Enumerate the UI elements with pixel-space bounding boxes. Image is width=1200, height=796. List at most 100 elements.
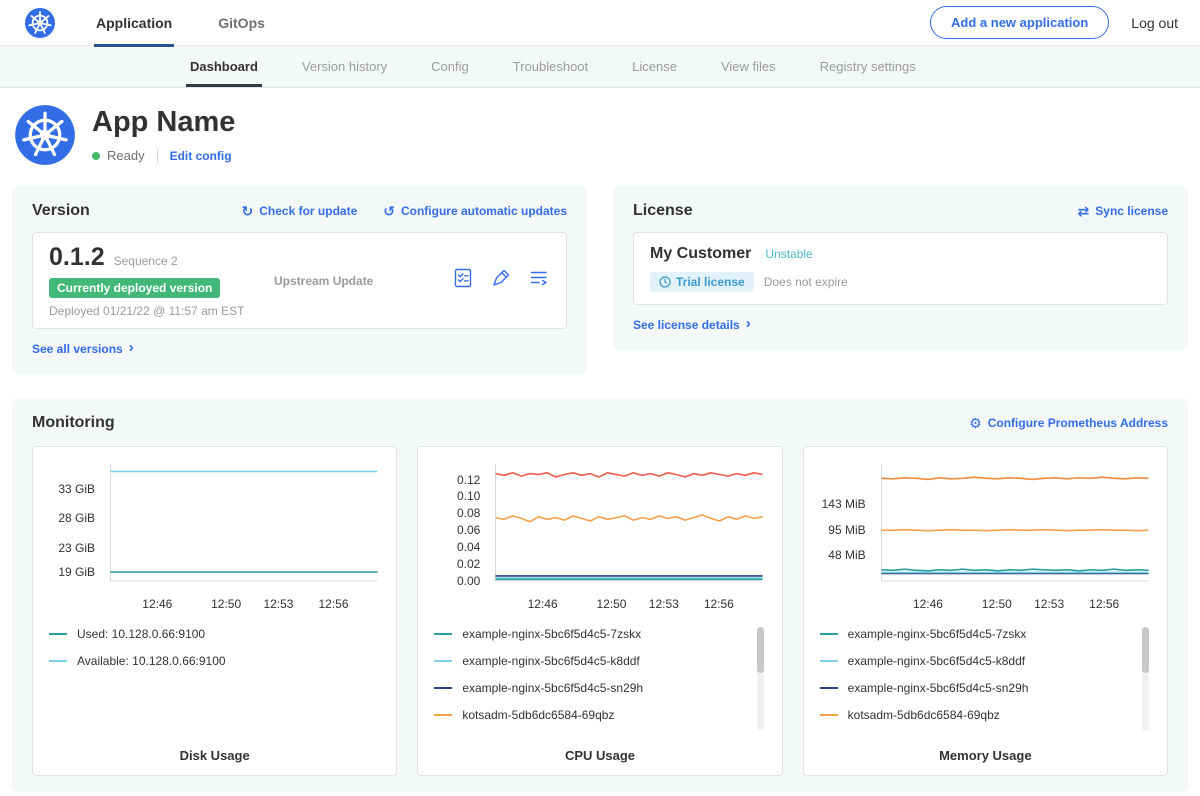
legend-scrollbar-thumb[interactable] (757, 627, 764, 673)
series-color-dash (820, 660, 838, 662)
version-card-title: Version (32, 202, 90, 220)
legend-item: Available: 10.128.0.66:9100 (49, 654, 364, 668)
legend-item: kotsadm-5db6dc6584-69qbz (820, 708, 1135, 722)
subnav-tab-view-files[interactable]: View files (699, 46, 798, 87)
divider (157, 149, 158, 163)
sync-license-link[interactable]: ⇄ Sync license (1078, 204, 1168, 218)
monitoring-title: Monitoring (32, 414, 115, 432)
disk-legend: Used: 10.128.0.66:9100 Available: 10.128… (49, 627, 380, 681)
disk-x-axis: 12:46 12:50 12:53 12:56 (105, 595, 380, 613)
memory-x-axis: 12:46 12:50 12:53 12:56 (876, 595, 1151, 613)
license-card: License ⇄ Sync license My Customer Unsta… (613, 186, 1188, 350)
license-channel: Unstable (765, 247, 812, 261)
legend-scrollbar[interactable] (757, 627, 764, 731)
legend-item: kotsadm-5db6dc6584-69qbz (434, 708, 749, 722)
disk-y-axis: 33 GiB 28 GiB 23 GiB 19 GiB (49, 460, 105, 613)
config-diff-icon[interactable] (490, 267, 512, 294)
license-card-title: License (633, 202, 693, 220)
series-color-dash (820, 687, 838, 689)
app-logo-icon (14, 104, 76, 166)
series-color-dash (49, 660, 67, 662)
release-notes-icon[interactable] (528, 267, 550, 294)
configure-automatic-updates-link[interactable]: ↺ Configure automatic updates (383, 204, 567, 218)
legend-item: example-nginx-5bc6f5d4c5-sn29h (820, 681, 1135, 695)
legend-scrollbar-thumb[interactable] (1142, 627, 1149, 673)
logout-button[interactable]: Log out (1131, 15, 1178, 31)
subnav-tab-registry-settings[interactable]: Registry settings (798, 46, 938, 87)
subnav-tab-troubleshoot[interactable]: Troubleshoot (491, 46, 610, 87)
nav-tab-gitops[interactable]: GitOps (216, 0, 267, 46)
series-color-dash (434, 660, 452, 662)
legend-item: example-nginx-5bc6f5d4c5-7zskx (820, 627, 1135, 641)
see-license-details-link[interactable]: See license details › (633, 317, 751, 332)
chevron-right-icon: › (129, 340, 134, 355)
charts-row: 33 GiB 28 GiB 23 GiB 19 GiB 12:46 12:50 … (32, 446, 1168, 776)
subnav-tab-version-history[interactable]: Version history (280, 46, 409, 87)
see-all-versions-link[interactable]: See all versions › (32, 341, 134, 356)
version-card: Version ↻ Check for update ↺ Configure a… (12, 186, 587, 374)
series-color-dash (434, 714, 452, 716)
legend-item: example-nginx-5bc6f5d4c5-7zskx (434, 627, 749, 641)
series-color-dash (434, 633, 452, 635)
add-application-button[interactable]: Add a new application (930, 6, 1109, 39)
legend-scrollbar[interactable] (1142, 627, 1149, 731)
memory-chart-title: Memory Usage (820, 748, 1151, 765)
legend-item: example-nginx-5bc6f5d4c5-sn29h (434, 681, 749, 695)
clock-icon (659, 276, 671, 288)
disk-usage-chart: 33 GiB 28 GiB 23 GiB 19 GiB 12:46 12:50 … (32, 446, 397, 776)
trial-license-badge: Trial license (650, 272, 754, 292)
memory-usage-chart: 143 MiB 95 MiB 48 MiB 12:46 12:50 12:53 … (803, 446, 1168, 776)
license-expiry-text: Does not expire (764, 275, 848, 289)
subnav-tab-license[interactable]: License (610, 46, 699, 87)
auto-update-icon: ↺ (383, 204, 395, 218)
subnav-tab-config[interactable]: Config (409, 46, 491, 87)
cpu-x-axis: 12:46 12:50 12:53 12:56 (490, 595, 765, 613)
disk-chart-title: Disk Usage (49, 748, 380, 765)
ready-status-dot (92, 152, 100, 160)
deployed-timestamp: Deployed 01/21/22 @ 11:57 am EST (49, 304, 274, 318)
monitoring-card: Monitoring ⚙ Configure Prometheus Addres… (12, 398, 1188, 792)
cpu-legend: example-nginx-5bc6f5d4c5-7zskx example-n… (434, 627, 765, 735)
series-color-dash (49, 633, 67, 635)
nav-tab-application[interactable]: Application (94, 0, 174, 46)
legend-item: Used: 10.128.0.66:9100 (49, 627, 364, 641)
cpu-plot-area (490, 460, 765, 592)
memory-y-axis: 143 MiB 95 MiB 48 MiB (820, 460, 876, 613)
disk-plot-area (105, 460, 380, 592)
version-number: 0.1.2 (49, 243, 105, 272)
deployed-status-badge: Currently deployed version (49, 278, 220, 298)
chevron-right-icon: › (746, 316, 751, 331)
app-header: App Name Ready Edit config (0, 88, 1200, 180)
app-subnav: Dashboard Version history Config Trouble… (0, 46, 1200, 88)
cpu-chart-title: CPU Usage (434, 748, 765, 765)
sync-arrows-icon: ⇄ (1078, 204, 1090, 218)
summary-cards-row: Version ↻ Check for update ↺ Configure a… (12, 186, 1188, 374)
memory-plot-area (876, 460, 1151, 592)
gear-icon: ⚙ (969, 416, 982, 430)
license-details-box: My Customer Unstable Trial license Does … (633, 232, 1168, 305)
cpu-y-axis: 0.12 0.10 0.08 0.06 0.04 0.02 0.00 (434, 460, 490, 613)
current-version-box: 0.1.2 Sequence 2 Currently deployed vers… (32, 232, 567, 329)
legend-item: example-nginx-5bc6f5d4c5-k8ddf (434, 654, 749, 668)
series-color-dash (820, 714, 838, 716)
series-color-dash (820, 633, 838, 635)
preflight-checks-icon[interactable] (452, 267, 474, 294)
kubernetes-logo-icon (24, 7, 56, 39)
legend-item: example-nginx-5bc6f5d4c5-k8ddf (820, 654, 1135, 668)
cpu-usage-chart: 0.12 0.10 0.08 0.06 0.04 0.02 0.00 12:46 (417, 446, 782, 776)
check-for-update-link[interactable]: ↻ Check for update (242, 204, 358, 218)
page-title: App Name (92, 106, 235, 139)
refresh-icon: ↻ (242, 204, 254, 218)
series-color-dash (434, 687, 452, 689)
memory-legend: example-nginx-5bc6f5d4c5-7zskx example-n… (820, 627, 1151, 735)
edit-config-link[interactable]: Edit config (170, 149, 232, 163)
app-status-text: Ready (107, 148, 145, 163)
subnav-tab-dashboard[interactable]: Dashboard (168, 46, 280, 87)
upstream-update-label: Upstream Update (274, 274, 373, 288)
configure-prometheus-link[interactable]: ⚙ Configure Prometheus Address (969, 416, 1168, 430)
version-sequence: Sequence 2 (114, 254, 178, 268)
nav-tab-application-label: Application (96, 15, 172, 31)
nav-tab-gitops-label: GitOps (218, 15, 265, 31)
top-navbar: Application GitOps Add a new application… (0, 0, 1200, 46)
customer-name: My Customer (650, 245, 751, 263)
